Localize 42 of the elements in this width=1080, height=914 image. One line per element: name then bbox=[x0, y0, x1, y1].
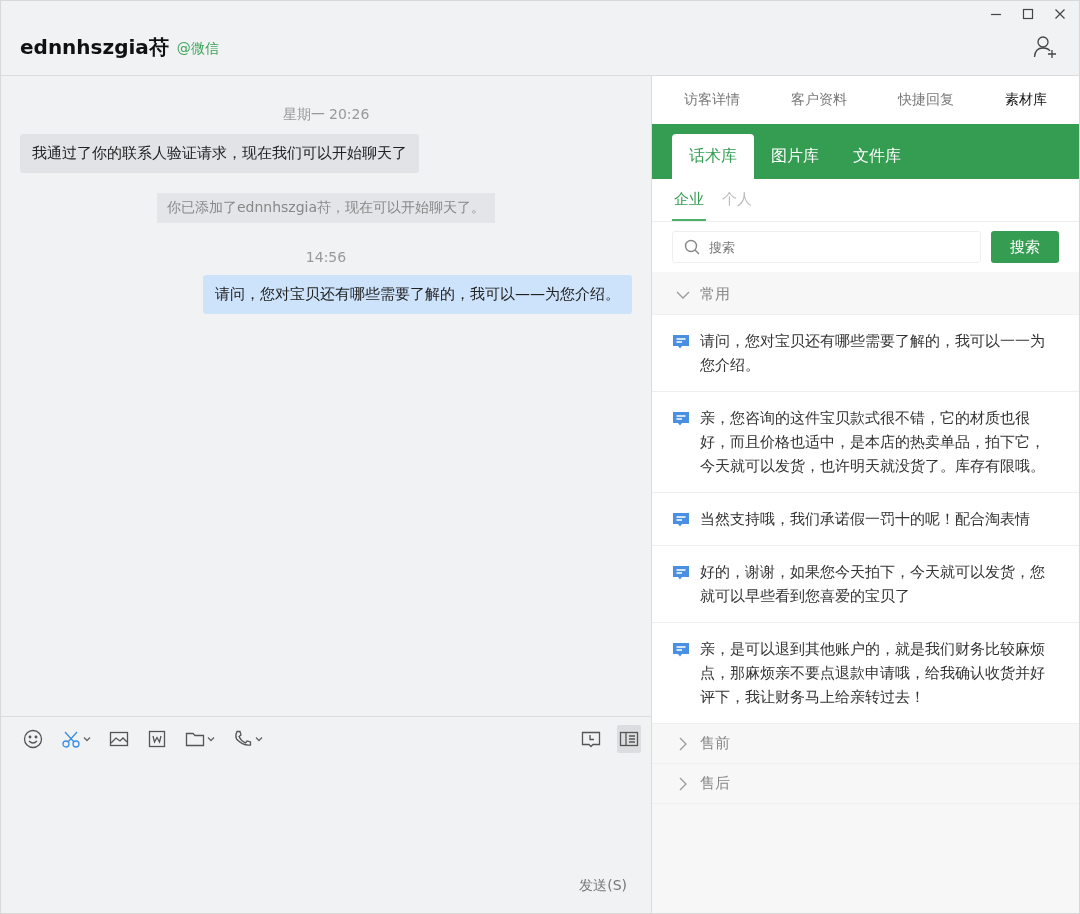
message-icon bbox=[672, 564, 690, 582]
source-label: @微信 bbox=[176, 39, 219, 58]
sidebar-icon bbox=[619, 729, 639, 749]
chat-title: ednnhszgia苻 bbox=[20, 33, 169, 61]
quick-reply-item[interactable]: 亲，是可以退到其他账户的，就是我们财务比较麻烦点，那麻烦亲不要点退款申请哦，给我确认收货并好评下，我让财务马上给亲转过去！ bbox=[652, 623, 1079, 724]
sidebar-toggle-button[interactable] bbox=[617, 725, 641, 753]
timestamp: 14:56 bbox=[305, 249, 347, 265]
received-message: 我通过了你的联系人验证请求，现在我们可以开始聊天了 bbox=[20, 134, 419, 173]
panel-tab[interactable]: 素材库 bbox=[1001, 85, 1052, 115]
panel-tab[interactable]: 快捷回复 bbox=[894, 85, 959, 115]
add-user-icon[interactable] bbox=[1033, 35, 1057, 59]
panel-tab[interactable]: 客户资料 bbox=[786, 85, 851, 115]
panel-tab[interactable]: 访客详情 bbox=[679, 85, 744, 115]
sent-message: 请问，您对宝贝还有哪些需要了解的，我可以——为您介绍。 bbox=[203, 275, 632, 314]
message-icon bbox=[672, 333, 690, 351]
library-tab[interactable]: 文件库 bbox=[836, 134, 918, 179]
quick-reply-item[interactable]: 请问，您对宝贝还有哪些需要了解的，我可以一一为您介绍。 bbox=[652, 315, 1079, 392]
quick-reply-item[interactable]: 当然支持哦，我们承诺假一罚十的呢！配合淘表情 bbox=[652, 493, 1079, 546]
image-icon bbox=[109, 729, 129, 749]
caret-icon bbox=[83, 736, 91, 742]
chat-history-icon bbox=[581, 729, 601, 749]
message-icon bbox=[672, 410, 690, 428]
emoji-icon bbox=[23, 729, 43, 749]
phone-icon bbox=[233, 729, 253, 749]
message-icon bbox=[672, 511, 690, 529]
search-button[interactable]: 搜索 bbox=[991, 231, 1059, 263]
quick-reply-item[interactable]: 好的，谢谢，如果您今天拍下，今天就可以发货，您就可以早些看到您喜爱的宝贝了 bbox=[652, 546, 1079, 623]
maximize-icon[interactable] bbox=[1021, 7, 1035, 21]
timestamp: 星期一 20:26 bbox=[282, 106, 370, 124]
quick-reply-item[interactable]: 亲，您咨询的这件宝贝款式很不错，它的材质也很好，而且价格也适中，是本店的热卖单品，拍下它，今天就可以发货，也许明天就没货了。库存有限哦。 bbox=[652, 392, 1079, 493]
search-icon bbox=[684, 239, 700, 255]
scissors-icon bbox=[61, 729, 81, 749]
caret-icon bbox=[207, 736, 215, 742]
system-notice: 你已添加了ednnhszgia苻，现在可以开始聊天了。 bbox=[156, 193, 496, 223]
word-document-icon bbox=[147, 729, 167, 749]
caret-icon bbox=[255, 736, 263, 742]
send-button[interactable]: 发送(S) bbox=[577, 873, 629, 899]
library-tab[interactable]: 图片库 bbox=[754, 134, 836, 179]
library-tab[interactable]: 话术库 bbox=[672, 134, 754, 179]
close-icon[interactable] bbox=[1053, 7, 1067, 21]
message-icon bbox=[672, 641, 690, 659]
search-field[interactable]: 搜索 bbox=[672, 231, 981, 263]
